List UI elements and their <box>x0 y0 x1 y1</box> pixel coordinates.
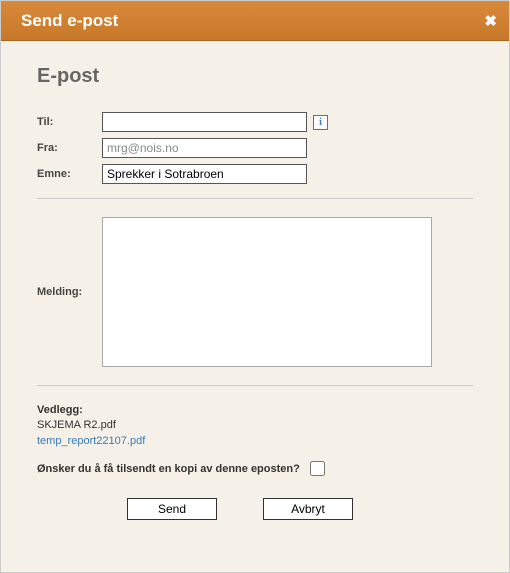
from-input[interactable] <box>102 138 307 158</box>
button-row: Send Avbryt <box>37 498 473 520</box>
attachments-label: Vedlegg: <box>37 404 473 416</box>
attachments-section: Vedlegg: SKJEMA R2.pdf temp_report22107.… <box>37 404 473 447</box>
subject-row: Emne: <box>37 164 473 184</box>
copy-checkbox[interactable] <box>310 461 325 476</box>
dialog-content: E-post Til: i Fra: Emne: Melding: Vedleg… <box>1 41 509 520</box>
divider-bottom <box>37 385 473 386</box>
message-textarea[interactable] <box>102 217 432 367</box>
subject-label: Emne: <box>37 168 102 180</box>
to-row: Til: i <box>37 112 473 132</box>
attachment-link[interactable]: temp_report22107.pdf <box>37 435 145 447</box>
subject-input[interactable] <box>102 164 307 184</box>
dialog-title: Send e-post <box>21 11 118 31</box>
email-dialog: Send e-post ✖ E-post Til: i Fra: Emne: M… <box>0 0 510 573</box>
to-label: Til: <box>37 116 102 128</box>
message-row: Melding: <box>37 217 473 367</box>
page-heading: E-post <box>37 65 473 88</box>
copy-label: Ønsker du å få tilsendt en kopi av denne… <box>37 463 300 475</box>
from-row: Fra: <box>37 138 473 158</box>
to-input[interactable] <box>102 112 307 132</box>
send-button[interactable]: Send <box>127 498 217 520</box>
copy-row: Ønsker du å få tilsendt en kopi av denne… <box>37 461 473 476</box>
from-label: Fra: <box>37 142 102 154</box>
close-button[interactable]: ✖ <box>484 12 497 30</box>
info-icon[interactable]: i <box>313 115 328 130</box>
titlebar: Send e-post ✖ <box>1 1 509 41</box>
cancel-button[interactable]: Avbryt <box>263 498 353 520</box>
message-label: Melding: <box>37 286 102 298</box>
divider-top <box>37 198 473 199</box>
attachment-item: SKJEMA R2.pdf <box>37 418 473 433</box>
close-icon: ✖ <box>484 13 497 30</box>
